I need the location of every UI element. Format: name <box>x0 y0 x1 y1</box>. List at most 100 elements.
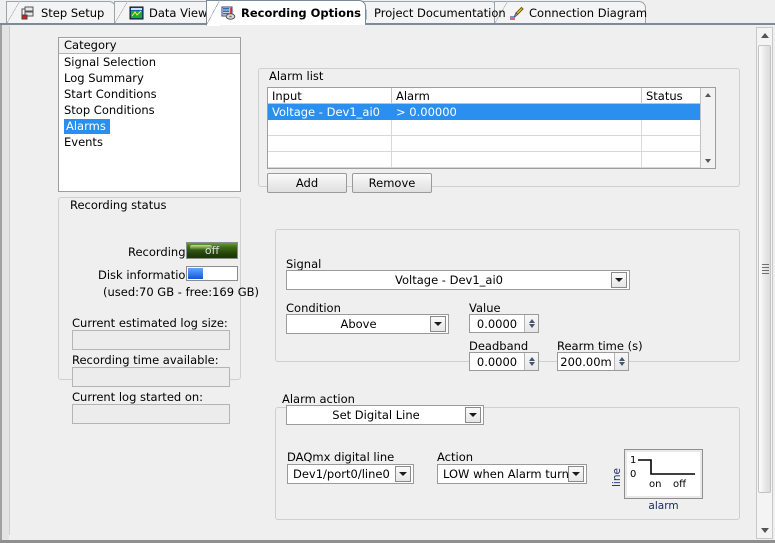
signal-label: Signal <box>286 257 322 271</box>
remove-button[interactable]: Remove <box>352 173 432 193</box>
digital-line-label: DAQmx digital line <box>287 450 395 464</box>
category-item-events[interactable]: Events <box>59 134 240 150</box>
table-row[interactable] <box>268 119 714 136</box>
alarm-action-select[interactable]: Set Digital Line <box>286 405 484 425</box>
category-item-signal-selection[interactable]: Signal Selection <box>59 54 240 70</box>
recording-options-page: Step Setup Data View Recording Options P… <box>0 0 775 543</box>
tab-step-setup[interactable]: Step Setup <box>6 1 116 25</box>
category-item-label: Stop Conditions <box>64 103 155 117</box>
action-select[interactable]: LOW when Alarm turns <box>437 464 587 484</box>
signal-select[interactable]: Voltage - Dev1_ai0 <box>286 270 630 290</box>
category-item-label: Log Summary <box>64 71 144 85</box>
signal-select-value: Voltage - Dev1_ai0 <box>395 273 503 287</box>
data-view-icon <box>129 6 144 20</box>
scroll-up-icon[interactable] <box>701 88 715 102</box>
scroll-down-icon[interactable] <box>757 523 772 538</box>
alarm-list-title: Alarm list <box>266 69 327 83</box>
chevron-down-icon[interactable] <box>395 466 411 482</box>
tab-connection-diagram[interactable]: Connection Diagram <box>494 1 648 25</box>
alarm-action-title: Alarm action <box>282 392 355 406</box>
category-item-start-conditions[interactable]: Start Conditions <box>59 86 240 102</box>
category-item-stop-conditions[interactable]: Stop Conditions <box>59 102 240 118</box>
estimated-log-size-field <box>72 330 230 350</box>
disk-usage-text: (used:70 GB - free:169 GB) <box>103 285 260 299</box>
action-label: Action <box>437 450 474 464</box>
svg-text:on: on <box>649 479 661 490</box>
rearm-time-stepper[interactable]: 200.00m <box>557 352 629 371</box>
category-item-alarms[interactable]: Alarms <box>59 118 240 134</box>
cell-input <box>268 135 392 152</box>
page-scrollbar[interactable] <box>756 27 773 539</box>
condition-label: Condition <box>286 301 341 315</box>
digital-line-select-value: Dev1/port0/line0 <box>293 467 390 481</box>
log-started-on-field <box>72 404 230 424</box>
column-header-input: Input <box>268 88 392 104</box>
value-stepper-value: 0.0000 <box>476 316 518 331</box>
category-header: Category <box>59 38 240 54</box>
recording-indicator-value: off <box>204 244 220 257</box>
rearm-time-label: Rearm time (s) <box>557 339 643 353</box>
add-button[interactable]: Add <box>267 173 347 193</box>
spinner-icon[interactable] <box>524 353 538 370</box>
spinner-icon[interactable] <box>614 353 628 370</box>
content-pane: Category Signal Selection Log Summary St… <box>9 26 749 535</box>
cell-alarm <box>391 135 642 152</box>
tab-recording-options-label: Recording Options <box>241 6 362 20</box>
alarm-action-select-value: Set Digital Line <box>332 408 420 422</box>
condition-select[interactable]: Above <box>286 314 449 334</box>
scroll-up-icon[interactable] <box>757 28 772 43</box>
cell-alarm <box>391 119 642 136</box>
tab-project-documentation-label: Project Documentation <box>374 6 506 20</box>
recording-status-title: Recording status <box>67 198 170 212</box>
chevron-down-icon[interactable] <box>568 466 584 482</box>
scroll-down-icon[interactable] <box>701 154 715 168</box>
waveform-y-axis-label: line <box>611 468 623 488</box>
cell-alarm: > 0.00000 <box>391 103 642 120</box>
alarm-waveform-graph: 1 0 on off <box>625 450 702 498</box>
chevron-down-icon[interactable] <box>611 272 627 288</box>
category-item-log-summary[interactable]: Log Summary <box>59 70 240 86</box>
category-list[interactable]: Category Signal Selection Log Summary St… <box>58 37 241 192</box>
left-margin-strip <box>0 25 9 541</box>
svg-text:off: off <box>673 479 687 490</box>
table-row[interactable] <box>268 151 714 168</box>
step-setup-icon <box>21 6 36 20</box>
alarm-list-table[interactable]: Input Alarm Status Voltage - Dev1_ai0 > … <box>267 87 716 169</box>
svg-text:1: 1 <box>630 455 636 466</box>
deadband-label: Deadband <box>469 339 529 353</box>
recording-label: Recording <box>128 245 186 259</box>
waveform-x-axis-label: alarm <box>648 500 679 512</box>
cell-input <box>268 151 392 168</box>
tab-connection-diagram-label: Connection Diagram <box>529 6 648 20</box>
value-stepper[interactable]: 0.0000 <box>469 314 539 333</box>
scrollbar-thumb[interactable] <box>758 45 771 493</box>
category-item-label-selected: Alarms <box>64 119 110 134</box>
disk-usage-bar <box>186 266 238 281</box>
deadband-stepper-value: 0.0000 <box>476 354 518 369</box>
value-label: Value <box>469 301 501 315</box>
digital-line-select[interactable]: Dev1/port0/line0 <box>287 464 414 484</box>
tab-recording-options[interactable]: Recording Options <box>206 0 366 26</box>
spinner-icon[interactable] <box>524 315 538 332</box>
table-header-row: Input Alarm Status <box>268 88 714 104</box>
tab-data-view-label: Data View <box>149 6 208 20</box>
alarm-list-scrollbar[interactable] <box>700 88 715 168</box>
category-item-label: Signal Selection <box>64 55 156 69</box>
column-header-alarm: Alarm <box>391 88 642 104</box>
table-row[interactable]: Voltage - Dev1_ai0 > 0.00000 <box>268 103 714 120</box>
action-select-value: LOW when Alarm turns <box>443 467 568 481</box>
deadband-stepper[interactable]: 0.0000 <box>469 352 539 371</box>
table-row[interactable] <box>268 135 714 152</box>
chevron-down-icon[interactable] <box>430 316 446 332</box>
tab-step-setup-label: Step Setup <box>41 6 105 20</box>
tab-data-view[interactable]: Data View <box>114 1 218 25</box>
recording-options-icon <box>221 6 236 20</box>
cell-input: Voltage - Dev1_ai0 <box>268 103 392 120</box>
estimated-log-size-label: Current estimated log size: <box>72 316 228 330</box>
cell-input <box>268 119 392 136</box>
chevron-down-icon[interactable] <box>465 407 481 423</box>
recording-time-available-label: Recording time available: <box>72 353 219 367</box>
log-started-on-label: Current log started on: <box>72 390 204 404</box>
category-item-label: Start Conditions <box>64 87 157 101</box>
recording-indicator: off <box>186 242 238 259</box>
